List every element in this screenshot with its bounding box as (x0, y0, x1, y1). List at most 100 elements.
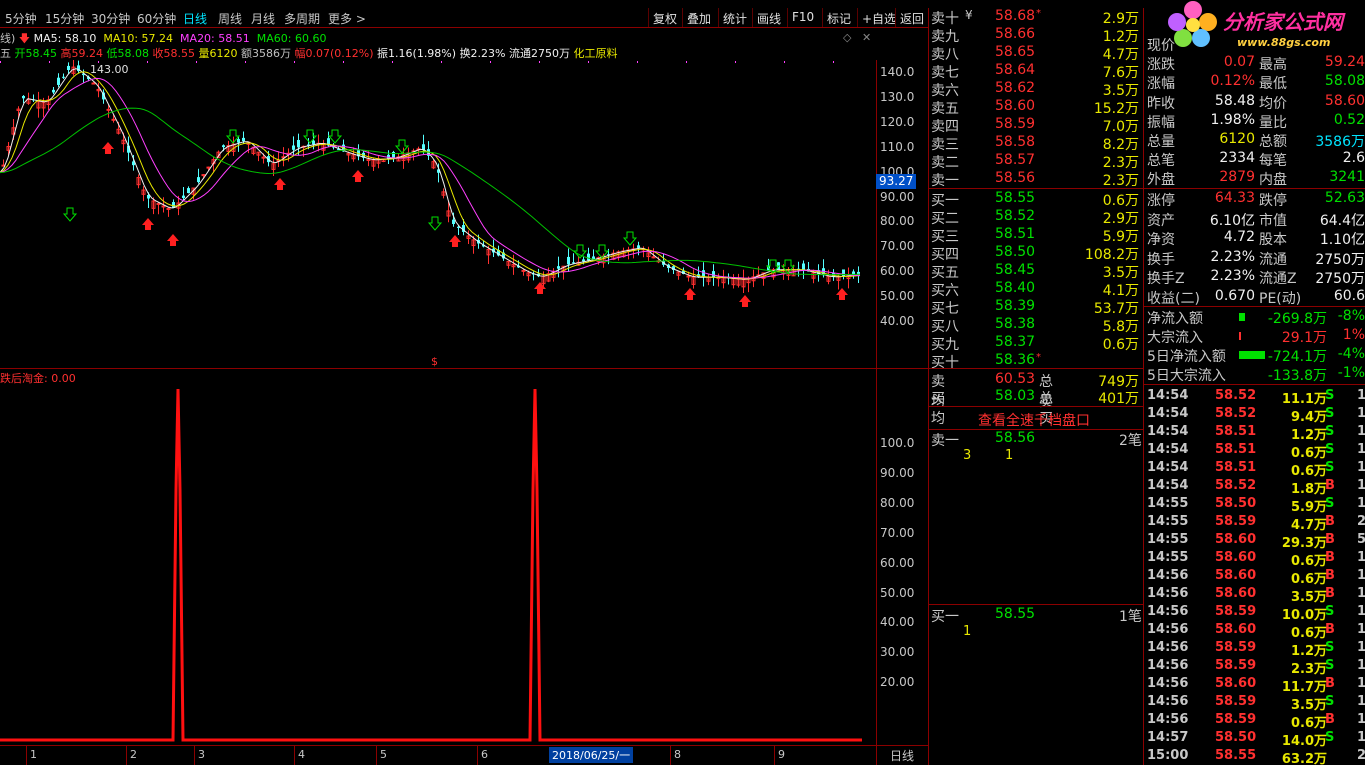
period-tab[interactable]: 月线 (251, 10, 275, 27)
period-tab[interactable]: 5分钟 (5, 10, 37, 27)
tick-row[interactable]: 14:54 58.51 0.6万 S 1 (1147, 442, 1365, 461)
tick-price: 58.59 (1215, 712, 1257, 727)
quote-label: 外盘 (1147, 172, 1175, 189)
period-tab[interactable]: 15分钟 (45, 10, 84, 27)
tick-row[interactable]: 14:56 58.60 3.5万 B 1 (1147, 586, 1365, 605)
tick-row[interactable]: 14:56 58.59 2.3万 S 1 (1147, 658, 1365, 677)
tick-time: 14:55 (1147, 496, 1189, 511)
sell-order-row[interactable]: 卖七 58.64 7.6万 (931, 62, 1143, 81)
buy-order-row[interactable]: 买七 58.39 53.7万 (931, 298, 1143, 317)
tick-volume: 0.6万 (1290, 464, 1327, 479)
buy-order-row[interactable]: 买八 58.38 5.8万 (931, 316, 1143, 335)
toolbar-button[interactable]: 统计 (718, 8, 751, 27)
sell-order-row[interactable]: 卖二 58.57 2.3万 (931, 152, 1143, 171)
buy-order-row[interactable]: 买一 58.55 0.6万 (931, 190, 1143, 209)
tick-row[interactable]: 14:56 58.59 1.2万 S 1 (1147, 640, 1365, 659)
period-tab[interactable]: 日线 (183, 10, 207, 27)
tick-count: 1 (1357, 478, 1365, 493)
sell-order-row[interactable]: 卖五 58.60 15.2万 (931, 98, 1143, 117)
period-tab[interactable]: 60分钟 (137, 10, 176, 27)
queue-row[interactable]: 卖一 58.56 2笔 (931, 430, 1143, 449)
tick-row[interactable]: 14:54 58.52 1.8万 B 1 (1147, 478, 1365, 497)
toolbar-button[interactable]: 叠加 (682, 8, 715, 27)
tick-count: 1 (1357, 442, 1365, 457)
quote-value: 64.4亿 (1319, 212, 1365, 229)
queue-divider (928, 604, 1143, 605)
sell-order-row[interactable]: 卖四 58.59 7.0万 (931, 116, 1143, 135)
tick-row[interactable]: 14:57 58.50 14.0万 S 1 (1147, 730, 1365, 749)
tick-count: 1 (1357, 604, 1365, 619)
quote-label: 流通 (1259, 251, 1287, 268)
sell-order-row[interactable]: 卖十 ¥58.68 * 2.9万 (931, 8, 1143, 27)
toolbar-button[interactable]: 复权 (648, 8, 681, 27)
buy-signal-arrow-icon (622, 231, 638, 246)
tick-row[interactable]: 14:55 58.50 5.9万 S 1 (1147, 496, 1365, 515)
tick-row[interactable]: 14:54 58.52 11.1万 S 1 (1147, 388, 1365, 407)
tick-count: 1 (1357, 460, 1365, 475)
buy-order-row[interactable]: 买二 58.52 2.9万 (931, 208, 1143, 227)
sell-level-label: 卖四 (931, 119, 959, 135)
period-tab[interactable]: 30分钟 (91, 10, 130, 27)
buy-order-row[interactable]: 买九 58.37 0.6万 (931, 334, 1143, 353)
tick-count: 1 (1357, 712, 1365, 727)
tick-row[interactable]: 14:55 58.60 29.3万 B 5 (1147, 532, 1365, 551)
month-tick (376, 745, 377, 765)
tick-row[interactable]: 14:56 58.59 10.0万 S 1 (1147, 604, 1365, 623)
quote-value: 2.23% (1210, 248, 1255, 265)
tick-row[interactable]: 14:56 58.60 0.6万 B 1 (1147, 568, 1365, 587)
close-icon[interactable]: ✕ (862, 31, 871, 44)
tick-row[interactable]: 14:56 58.60 0.6万 B 1 (1147, 622, 1365, 641)
toolbar-button[interactable]: 返回 (895, 8, 928, 27)
period-tab[interactable]: 周线 (218, 10, 242, 27)
turnover-value: 换2.23% (459, 47, 506, 60)
tick-row[interactable]: 14:55 58.59 4.7万 B 2 (1147, 514, 1365, 533)
sell-price: 58.62 (995, 80, 1036, 96)
tick-volume: 2.3万 (1290, 662, 1327, 677)
sell-level-label: 卖十 (931, 11, 959, 27)
quote-value: 1.98% (1210, 111, 1255, 128)
tick-row[interactable]: 14:56 58.59 3.5万 S 1 (1147, 694, 1365, 713)
period-label[interactable]: 日线 (890, 747, 914, 764)
toolbar-button[interactable]: 画线 (752, 8, 785, 27)
tick-side: S (1325, 460, 1335, 475)
tick-count: 1 (1357, 586, 1365, 601)
quote-row: 涨幅 0.12% 最低 58.08 (1147, 73, 1365, 92)
tick-row[interactable]: 14:56 58.60 11.7万 B 1 (1147, 676, 1365, 695)
view-full-book-button[interactable]: 查看全速千档盘口 (978, 410, 1090, 430)
panel-divider (0, 368, 928, 369)
sell-order-row[interactable]: 卖九 58.66 1.2万 (931, 26, 1143, 45)
indicator-tick: 60.00 (880, 555, 915, 570)
candle-body (802, 263, 805, 271)
month-label: 6 (481, 748, 488, 761)
tick-row[interactable]: 15:00 58.55 63.2万 26 (1147, 748, 1365, 765)
period-tab[interactable]: 更多 > (328, 10, 366, 27)
sell-order-row[interactable]: 卖一 58.56 2.3万 (931, 170, 1143, 189)
tick-row[interactable]: 14:54 58.51 1.2万 S 1 (1147, 424, 1365, 443)
tick-volume: 1.2万 (1290, 644, 1327, 659)
sell-order-row[interactable]: 卖八 58.65 4.7万 (931, 44, 1143, 63)
queue-row[interactable]: 买一 58.55 1笔 (931, 606, 1143, 625)
tick-row[interactable]: 14:56 58.59 0.6万 B 1 (1147, 712, 1365, 731)
buy-order-row[interactable]: 买六 58.40 4.1万 (931, 280, 1143, 299)
sell-order-row[interactable]: 卖三 58.58 8.2万 (931, 134, 1143, 153)
indicator-chart[interactable] (0, 375, 876, 745)
toolbar-button[interactable]: F10 (787, 8, 818, 27)
buy-order-row[interactable]: 买四 58.50 108.2万 (931, 244, 1143, 263)
tick-row[interactable]: 14:54 58.51 0.6万 S 1 (1147, 460, 1365, 479)
tick-row[interactable]: 14:55 58.60 0.6万 B 1 (1147, 550, 1365, 569)
period-tab[interactable]: 多周期 (284, 10, 320, 27)
kline-chart[interactable] (0, 60, 876, 365)
down-arrow-icon: 🡇 (18, 32, 31, 45)
toolbar-button[interactable]: +自选 (857, 8, 900, 27)
tick-row[interactable]: 14:54 58.52 9.4万 S 1 (1147, 406, 1365, 425)
tick-side: S (1325, 694, 1335, 709)
tick-time: 14:56 (1147, 568, 1189, 583)
toolbar-button[interactable]: 标记 (822, 8, 855, 27)
sell-order-row[interactable]: 卖六 58.62 3.5万 (931, 80, 1143, 99)
quote-label: 市值 (1259, 212, 1287, 229)
diamond-icon[interactable]: ◇ (843, 31, 851, 44)
buy-order-row[interactable]: 买五 58.45 3.5万 (931, 262, 1143, 281)
buy-order-row[interactable]: 买三 58.51 5.9万 (931, 226, 1143, 245)
tick-count: 1 (1357, 388, 1365, 403)
tick-price: 58.59 (1215, 514, 1257, 529)
